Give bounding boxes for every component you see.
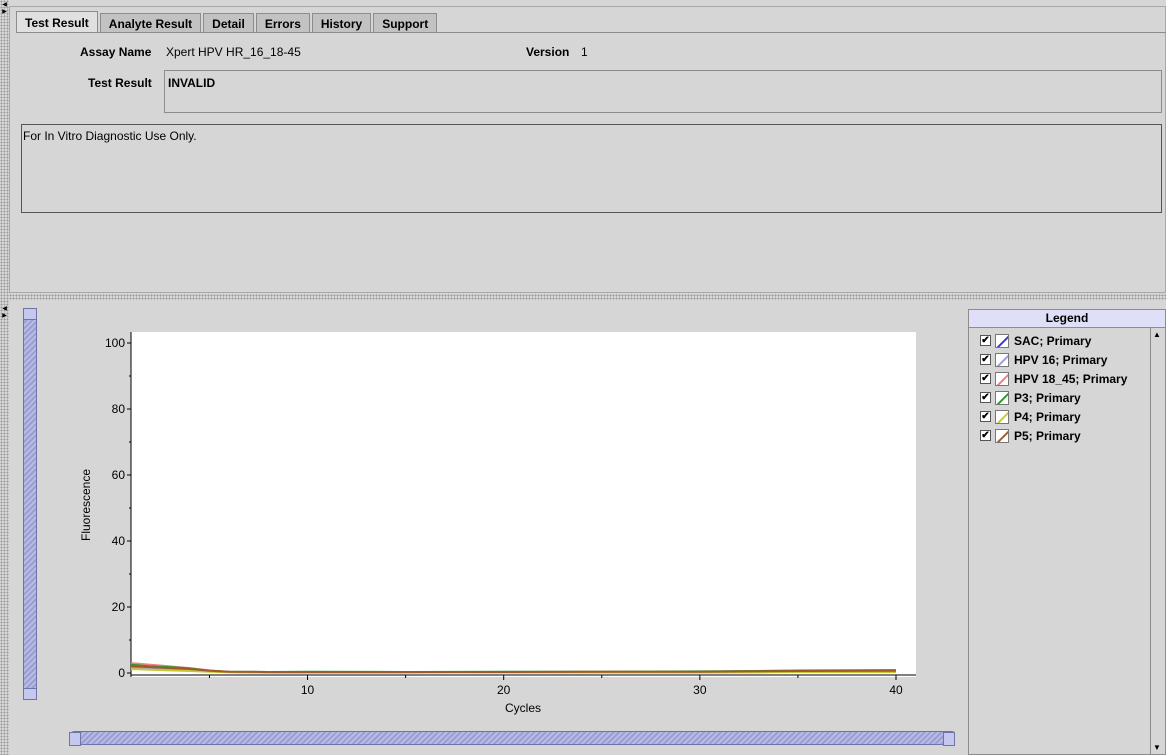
legend-checkbox[interactable]: ✔ (980, 335, 991, 346)
series-color-swatch (995, 409, 1009, 424)
legend-item[interactable]: ✔ SAC; Primary (969, 331, 1165, 350)
assay-name-value: Xpert HPV HR_16_18-45 (166, 45, 301, 59)
test-result-value: INVALID (168, 76, 216, 90)
y-tick-label: 20 (112, 600, 126, 614)
legend-item[interactable]: ✔ P4; Primary (969, 407, 1165, 426)
left-splitter[interactable] (0, 0, 9, 755)
tab-analyte-result[interactable]: Analyte Result (99, 13, 202, 33)
series-color-swatch (995, 390, 1009, 405)
legend-item-label: P3; Primary (1014, 390, 1081, 405)
legend-scrollbar[interactable]: ▲ ▼ (1150, 328, 1165, 754)
y-tick-label: 0 (118, 666, 125, 680)
assay-name-label: Assay Name (80, 45, 152, 59)
tab-test-result[interactable]: Test Result (16, 11, 98, 33)
version-label: Version (526, 45, 570, 59)
collapse-arrows-icon[interactable]: ◀ ▶ (1, 2, 8, 18)
test-result-field (164, 70, 1162, 113)
y-tick-label: 80 (112, 402, 126, 416)
y-tick-label: 40 (112, 534, 126, 548)
legend-checkbox[interactable]: ✔ (980, 354, 991, 365)
panel-divider[interactable] (9, 294, 1166, 300)
scroll-down-icon[interactable]: ▼ (1153, 743, 1161, 752)
legend-item-label: P5; Primary (1014, 428, 1081, 443)
legend-checkbox[interactable]: ✔ (980, 373, 991, 384)
series-color-swatch (995, 371, 1009, 386)
tab-body-border (16, 32, 1166, 33)
legend-checkbox[interactable]: ✔ (980, 411, 991, 422)
x-tick-label: 20 (497, 683, 511, 697)
legend-item-label: SAC; Primary (1014, 333, 1092, 348)
y-tick-label: 60 (112, 468, 126, 482)
x-axis-label: Cycles (505, 701, 541, 715)
legend-item-label: HPV 18_45; Primary (1014, 371, 1128, 386)
legend-panel: Legend ✔ SAC; Primary ✔ HPV 16; Primary ✔ HPV… (968, 309, 1166, 755)
series-color-swatch (995, 333, 1009, 348)
tab-detail[interactable]: Detail (203, 13, 254, 33)
legend-item[interactable]: ✔ P3; Primary (969, 388, 1165, 407)
notes-text: For In Vitro Diagnostic Use Only. (23, 129, 197, 143)
x-tick-label: 40 (889, 683, 903, 697)
tab-bar: Test Result Analyte Result Detail Errors… (16, 11, 439, 33)
legend-item[interactable]: ✔ P5; Primary (969, 426, 1165, 445)
version-value: 1 (581, 45, 588, 59)
collapse-arrows-icon[interactable]: ◀ ▶ (1, 306, 8, 322)
tab-history[interactable]: History (311, 13, 372, 33)
plot-area (131, 332, 916, 677)
test-result-label: Test Result (88, 76, 152, 90)
series-color-swatch (995, 352, 1009, 367)
legend-title: Legend (969, 310, 1165, 328)
vertical-zoom-slider[interactable] (23, 312, 37, 698)
x-tick-label: 30 (693, 683, 707, 697)
legend-item-label: P4; Primary (1014, 409, 1081, 424)
y-axis-label: Fluorescence (79, 469, 93, 541)
horizontal-zoom-slider[interactable] (71, 731, 955, 745)
x-tick-label: 10 (301, 683, 315, 697)
legend-item[interactable]: ✔ HPV 16; Primary (969, 350, 1165, 369)
tab-errors[interactable]: Errors (255, 13, 310, 33)
horizontal-slider-right-handle[interactable] (943, 732, 955, 746)
fluorescence-chart: 0 20 40 60 80 100 10 20 30 40 Cycles Fluorescence (79, 332, 916, 715)
y-tick-label: 100 (105, 336, 125, 350)
legend-checkbox[interactable]: ✔ (980, 392, 991, 403)
vertical-slider-bottom-handle[interactable] (23, 688, 37, 700)
series-color-swatch (995, 428, 1009, 443)
horizontal-slider-left-handle[interactable] (69, 732, 81, 746)
tab-support[interactable]: Support (373, 13, 438, 33)
legend-item-label: HPV 16; Primary (1014, 352, 1108, 367)
legend-item[interactable]: ✔ HPV 18_45; Primary (969, 369, 1165, 388)
scroll-up-icon[interactable]: ▲ (1153, 330, 1161, 339)
vertical-slider-top-handle[interactable] (23, 308, 37, 320)
legend-checkbox[interactable]: ✔ (980, 430, 991, 441)
